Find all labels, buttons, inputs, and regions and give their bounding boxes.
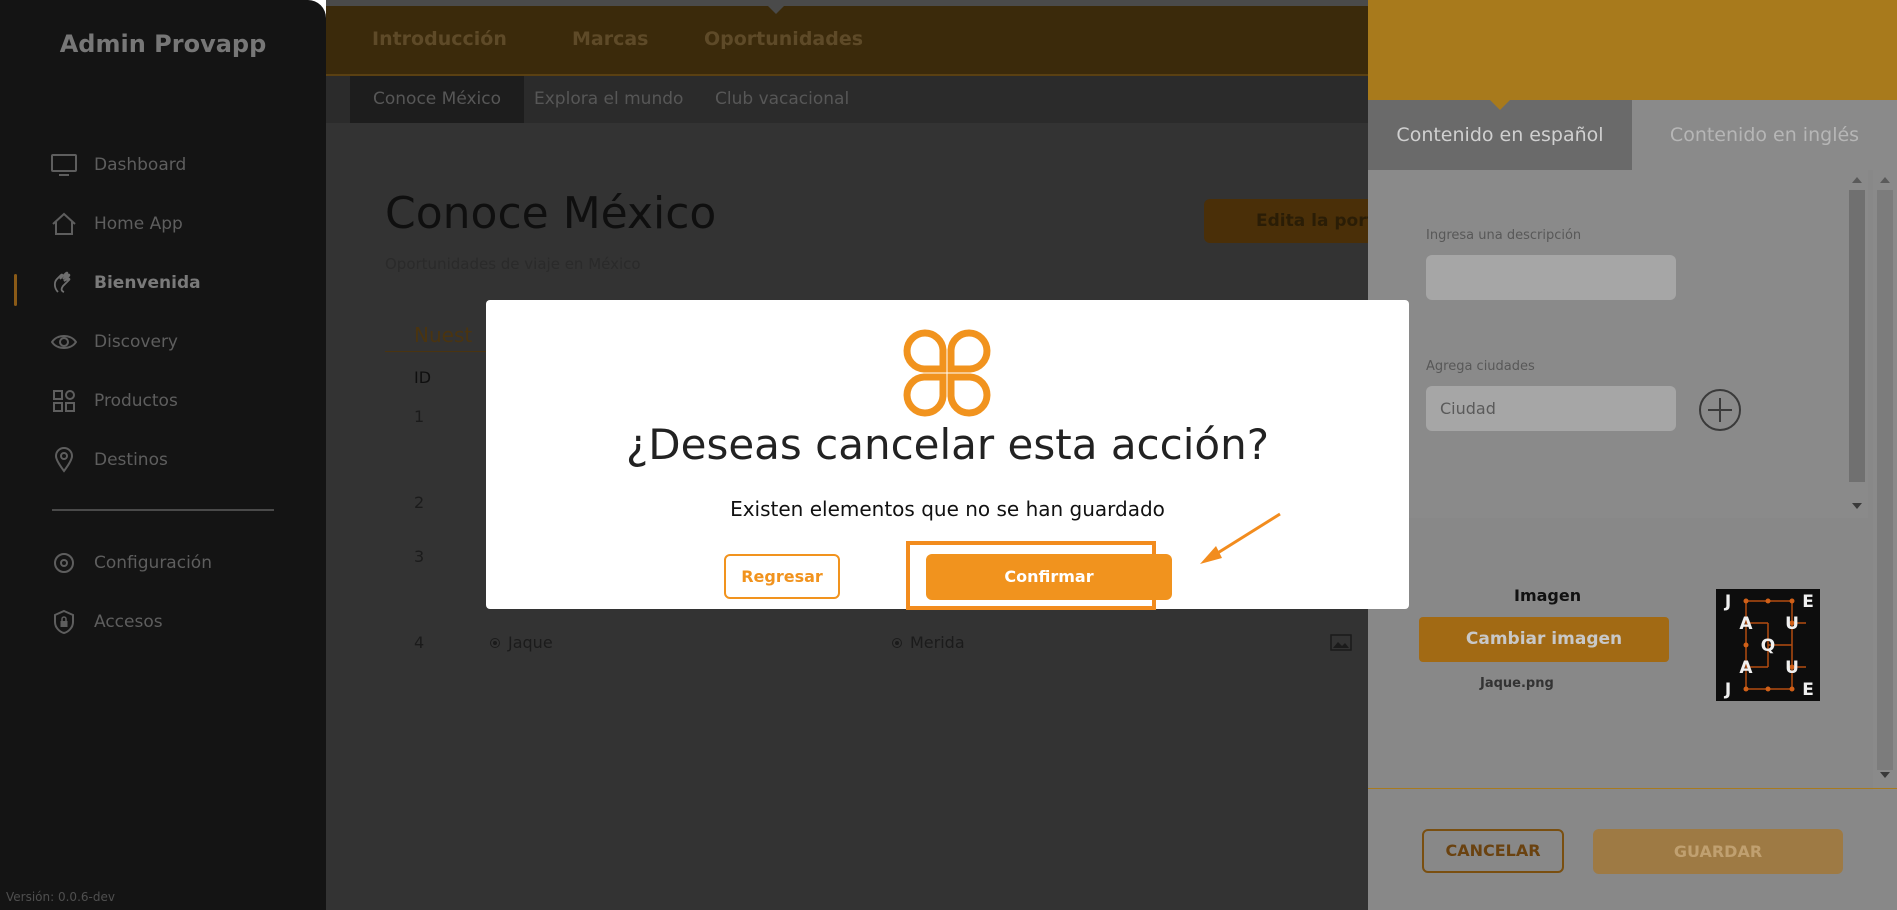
scroll-up-icon[interactable] xyxy=(1880,177,1890,183)
image-label: Imagen xyxy=(1514,586,1582,605)
waving-hand-icon xyxy=(50,269,78,297)
subtab-conoce-mexico[interactable]: Conoce México xyxy=(350,76,525,123)
table-cell-city: Merida xyxy=(892,633,965,652)
sidebar-item-dashboard[interactable]: Dashboard xyxy=(50,148,186,182)
cities-label: Agrega ciudades xyxy=(1426,359,1535,374)
shield-lock-icon xyxy=(50,608,78,636)
form-scrollbar[interactable] xyxy=(1846,170,1868,518)
scroll-down-icon[interactable] xyxy=(1880,772,1890,778)
logo-letter: E xyxy=(1802,680,1814,700)
location-pin-icon xyxy=(50,446,78,474)
add-city-icon[interactable] xyxy=(1698,388,1742,432)
row-id: 3 xyxy=(414,547,425,566)
tab-introduccion[interactable]: Introducción xyxy=(372,28,507,50)
confirm-button[interactable]: Confirmar xyxy=(926,554,1172,600)
image-icon[interactable] xyxy=(1330,634,1352,651)
tab-marcas[interactable]: Marcas xyxy=(572,28,649,50)
back-button[interactable]: Regresar xyxy=(724,554,840,599)
dialog-title: ¿Deseas cancelar esta acción? xyxy=(625,420,1270,469)
page-title: Conoce México xyxy=(385,188,717,239)
subtab-explora-el-mundo[interactable]: Explora el mundo xyxy=(534,76,683,123)
logo-letter: E xyxy=(1802,592,1814,612)
active-indicator xyxy=(14,274,17,306)
logo-letter: A xyxy=(1739,658,1753,678)
tab-contenido-ingles[interactable]: Contenido en inglés xyxy=(1632,100,1897,170)
tab-contenido-espanol[interactable]: Contenido en español xyxy=(1368,100,1632,170)
sidebar-item-discovery[interactable]: Discovery xyxy=(50,325,178,359)
sidebar-item-productos[interactable]: Productos xyxy=(50,384,178,418)
scrollbar-thumb[interactable] xyxy=(1877,190,1893,770)
logo-letter: J xyxy=(1724,680,1731,700)
home-icon xyxy=(50,210,78,238)
sidebar-item-label: Home App xyxy=(94,214,183,234)
gear-icon xyxy=(50,549,78,577)
panel-header xyxy=(1368,0,1897,100)
change-image-button[interactable]: Cambiar imagen xyxy=(1419,617,1669,662)
scroll-down-icon[interactable] xyxy=(1852,503,1862,509)
active-tab-notch xyxy=(767,5,785,14)
active-tab-notch xyxy=(1490,100,1510,110)
scroll-up-icon[interactable] xyxy=(1852,177,1862,183)
sidebar-item-destinos[interactable]: Destinos xyxy=(50,443,168,477)
edit-panel: Contenido en español Contenido en inglés… xyxy=(1368,0,1897,910)
sub-navigation: Conoce México Explora el mundo Club vaca… xyxy=(326,74,1368,123)
bullet-icon xyxy=(892,637,902,648)
logo-letter: Q xyxy=(1761,636,1775,656)
top-navigation: Introducción Marcas Oportunidades xyxy=(326,0,1368,74)
sidebar: Admin Provapp Dashboard Home App Bienven… xyxy=(0,0,326,910)
form-area: Ingresa una descripción Agrega ciudades … xyxy=(1368,170,1846,518)
footer-divider xyxy=(1368,788,1897,789)
clover-logo-icon xyxy=(903,329,991,417)
save-button[interactable]: GUARDAR xyxy=(1593,829,1843,874)
sidebar-item-label: Accesos xyxy=(94,612,163,632)
panel-scrollbar[interactable] xyxy=(1873,170,1897,790)
tab-oportunidades[interactable]: Oportunidades xyxy=(704,28,863,50)
sidebar-item-bienvenida[interactable]: Bienvenida xyxy=(50,266,201,300)
section-label: Nuest xyxy=(414,323,473,347)
row-id: 4 xyxy=(414,633,425,652)
row-id: 2 xyxy=(414,493,425,512)
table-cell-name: Jaque xyxy=(490,633,553,652)
description-label: Ingresa una descripción xyxy=(1426,228,1582,243)
scrollbar-thumb[interactable] xyxy=(1849,190,1865,482)
sidebar-item-home-app[interactable]: Home App xyxy=(50,207,183,241)
image-filename: Jaque.png xyxy=(1480,676,1554,691)
city-input[interactable]: Ciudad xyxy=(1426,386,1676,431)
sidebar-item-configuracion[interactable]: Configuración xyxy=(50,546,212,580)
column-header-id: ID xyxy=(414,368,432,387)
eye-icon xyxy=(50,328,78,356)
description-input[interactable] xyxy=(1426,255,1676,300)
cell-text: Merida xyxy=(910,633,965,652)
sidebar-item-label: Dashboard xyxy=(94,155,187,175)
edit-portada-button[interactable]: Edita la port xyxy=(1204,199,1394,243)
pointer-arrow-icon xyxy=(1200,512,1281,564)
version-label: Versión: 0.0.6-dev xyxy=(6,890,115,904)
logo-letter: U xyxy=(1785,658,1799,678)
sidebar-divider xyxy=(52,509,274,511)
sidebar-item-label: Discovery xyxy=(94,332,178,352)
grid-icon xyxy=(50,387,78,415)
monitor-icon xyxy=(50,151,78,179)
sidebar-item-accesos[interactable]: Accesos xyxy=(50,605,163,639)
logo-letter: U xyxy=(1785,614,1799,634)
bullet-icon xyxy=(490,637,500,648)
sidebar-item-label: Productos xyxy=(94,391,178,411)
jaque-logo-image: J E A U Q A U J E xyxy=(1716,589,1820,701)
sidebar-item-label: Configuración xyxy=(94,553,212,573)
logo-letter: A xyxy=(1739,614,1753,634)
brand-title: Admin Provapp xyxy=(59,30,267,58)
logo-letter: J xyxy=(1724,592,1731,612)
subtab-club-vacacional[interactable]: Club vacacional xyxy=(715,76,849,123)
sidebar-item-label: Bienvenida xyxy=(94,273,201,293)
page-subtitle: Oportunidades de viaje en México xyxy=(385,255,641,273)
cancel-button[interactable]: CANCELAR xyxy=(1422,829,1564,873)
sidebar-item-label: Destinos xyxy=(94,450,168,470)
cell-text: Jaque xyxy=(508,633,553,652)
row-id: 1 xyxy=(414,407,425,426)
